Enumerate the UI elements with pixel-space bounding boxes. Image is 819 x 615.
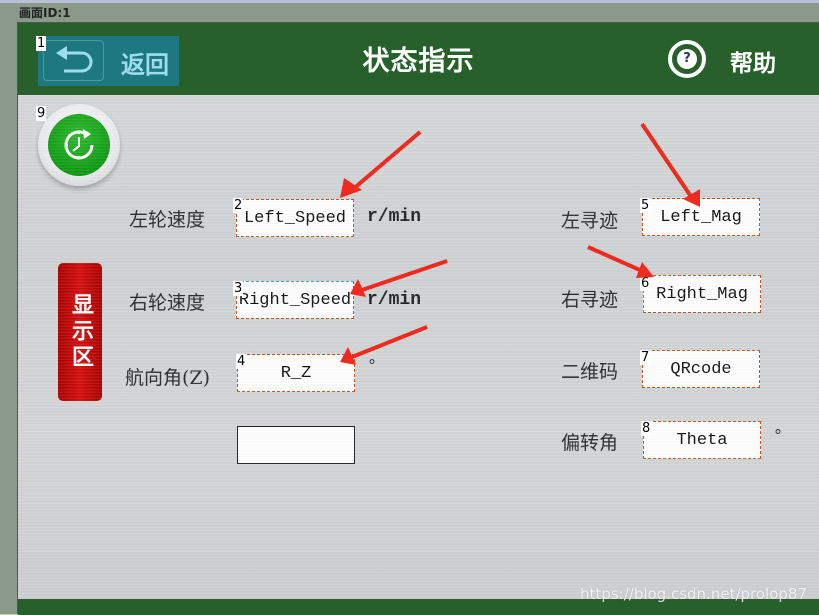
annotation-tag: 5 xyxy=(640,198,651,213)
watermark: https://blog.csdn.net/prolop87 xyxy=(580,585,807,603)
annotation-tag: 1 xyxy=(36,36,47,51)
header-bar: 返回 1 状态指示 ? 帮助 xyxy=(18,23,819,95)
display-zone-badge: 显示区 xyxy=(58,263,102,401)
help-button-label: 帮助 xyxy=(730,51,776,77)
annotation-tag: 3 xyxy=(233,281,244,296)
left-mag-label: 左寻迹 xyxy=(561,210,619,232)
heading-angle-label: 航向角(Z) xyxy=(125,367,211,389)
annotation-tag: 2 xyxy=(233,198,244,213)
annotation-tag: 9 xyxy=(36,106,47,121)
right-speed-field: Right_Speed xyxy=(236,281,354,319)
heading-angle-unit: ° xyxy=(368,356,376,375)
clock-refresh-icon xyxy=(48,114,110,176)
left-speed-label: 左轮速度 xyxy=(129,209,206,231)
right-mag-label: 右寻迹 xyxy=(561,289,619,311)
qrcode-label: 二维码 xyxy=(561,361,619,383)
heading-angle-field: R_Z xyxy=(237,354,355,392)
annotation-tag: 6 xyxy=(640,276,651,291)
theta-field: Theta xyxy=(643,421,761,459)
theta-unit: ° xyxy=(774,426,782,445)
help-icon-glyph: ? xyxy=(677,49,697,69)
right-speed-label: 右轮速度 xyxy=(129,292,206,314)
theta-label: 偏转角 xyxy=(561,432,619,454)
empty-field xyxy=(237,426,355,464)
left-speed-field: Left_Speed xyxy=(236,199,354,237)
left-mag-field: Left_Mag xyxy=(642,198,760,236)
hmi-screen: 返回 1 状态指示 ? 帮助 9 显示区 左轮速度 Left_Speed 2 r… xyxy=(17,22,819,615)
annotation-tag: 4 xyxy=(236,354,247,369)
help-button[interactable]: ? 帮助 xyxy=(668,40,788,82)
right-mag-field: Right_Mag xyxy=(643,275,761,313)
qrcode-field: QRcode xyxy=(642,350,760,388)
window-top-strip xyxy=(0,0,819,3)
help-icon: ? xyxy=(668,40,706,78)
right-speed-unit: r/min xyxy=(367,290,422,310)
annotation-tag: 8 xyxy=(641,421,652,436)
screen-id-label: 画面ID:1 xyxy=(19,6,71,20)
refresh-button[interactable] xyxy=(38,104,120,186)
left-speed-unit: r/min xyxy=(367,207,422,227)
annotation-tag: 7 xyxy=(640,350,651,365)
